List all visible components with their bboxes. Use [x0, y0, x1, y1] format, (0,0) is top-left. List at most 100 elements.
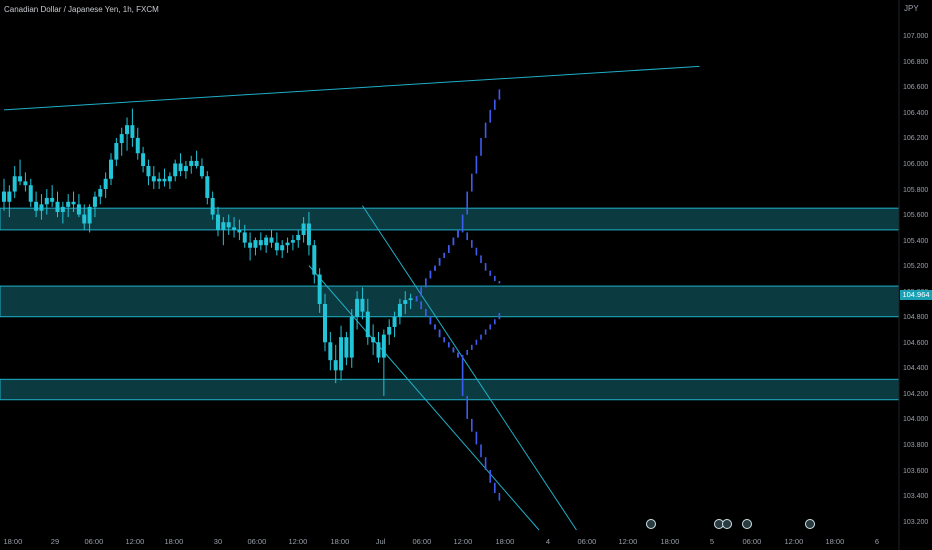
candle-body — [18, 176, 23, 182]
candle-body — [237, 229, 242, 233]
candle-body — [290, 240, 295, 243]
candle-body — [365, 311, 370, 338]
time-tick-label: Jul — [375, 537, 386, 546]
trendline[interactable] — [3, 65, 700, 111]
time-tick-label: 5 — [709, 537, 715, 546]
candle-body — [280, 245, 285, 251]
candle-body — [264, 237, 269, 246]
price-tick-label: 106.000 — [903, 161, 929, 169]
candle-body — [312, 245, 317, 275]
candle-body — [226, 222, 231, 228]
candle-body — [7, 191, 12, 202]
candle-body — [157, 178, 162, 182]
earnings-icon[interactable] — [742, 519, 752, 529]
candle-body — [23, 181, 28, 186]
candle-body — [397, 303, 402, 317]
price-chart[interactable] — [0, 0, 932, 550]
candle-body — [167, 176, 172, 182]
candle-body — [387, 326, 392, 335]
candle-body — [109, 159, 113, 179]
time-tick-label: 12:00 — [288, 537, 308, 546]
time-tick-label: 4 — [545, 537, 551, 546]
support-resistance-zone[interactable] — [0, 378, 900, 401]
time-tick-label: 12:00 — [125, 537, 145, 546]
price-tick-label: 107.000 — [903, 33, 929, 41]
time-tick-label: 18:00 — [3, 537, 23, 546]
candle-body — [403, 300, 408, 304]
candle-body — [125, 125, 130, 135]
candle-body — [130, 125, 135, 138]
earnings-icon[interactable] — [722, 519, 732, 529]
candle-body — [333, 360, 338, 371]
last-price-tag: 104.964 — [900, 290, 932, 300]
candle-body — [103, 178, 108, 190]
price-tick-label: 103.200 — [903, 518, 929, 526]
candle-body — [55, 201, 60, 212]
price-tick-label: 104.000 — [903, 416, 929, 424]
time-tick-label: 18:00 — [495, 537, 515, 546]
candle-body — [173, 163, 178, 177]
support-resistance-zone[interactable] — [0, 207, 900, 231]
time-tick-label: 06:00 — [247, 537, 267, 546]
time-tick-label: 18:00 — [825, 537, 845, 546]
candle-body — [183, 166, 188, 172]
price-tick-label: 103.600 — [903, 467, 929, 475]
candle-body — [39, 204, 44, 211]
candle-body — [339, 337, 344, 371]
price-tick-label: 106.200 — [903, 135, 929, 143]
earnings-icon[interactable] — [805, 519, 815, 529]
time-tick-label: 18:00 — [330, 537, 350, 546]
time-tick-label: 12:00 — [453, 537, 473, 546]
candle-body — [141, 153, 146, 167]
chart-title: Canadian Dollar / Japanese Yen, 1h, FXCM — [4, 5, 159, 14]
time-tick-label: 06:00 — [412, 537, 432, 546]
price-tick-label: 105.800 — [903, 186, 929, 194]
candle-body — [242, 232, 247, 243]
time-tick-label: 6 — [874, 537, 880, 546]
support-resistance-zone[interactable] — [0, 285, 900, 318]
earnings-icon[interactable] — [646, 519, 656, 529]
price-tick-label: 106.400 — [903, 109, 929, 117]
candle-body — [376, 342, 381, 358]
candle-body — [66, 201, 71, 207]
candles-layer — [2, 108, 413, 396]
candle-body — [360, 298, 365, 312]
candle-body — [285, 242, 290, 246]
candle-body — [253, 240, 258, 248]
candle-body — [205, 176, 210, 198]
time-tick-label: 12:00 — [784, 537, 804, 546]
candle-body — [76, 204, 81, 215]
candle-body — [28, 185, 33, 202]
candle-body — [328, 342, 333, 361]
candle-body — [274, 242, 279, 251]
candle-body — [296, 234, 301, 241]
price-tick-label: 104.200 — [903, 390, 929, 398]
candle-body — [71, 201, 76, 205]
price-tick-label: 105.200 — [903, 263, 929, 271]
time-tick-label: 06:00 — [577, 537, 597, 546]
time-tick-label: 12:00 — [618, 537, 638, 546]
candle-body — [306, 223, 311, 246]
candle-body — [248, 242, 253, 248]
candle-body — [119, 134, 124, 144]
price-tick-label: 105.400 — [903, 237, 929, 245]
candle-body — [92, 196, 97, 207]
price-tick-label: 103.400 — [903, 493, 929, 501]
candle-body — [146, 166, 151, 177]
candle-body — [371, 337, 376, 343]
candle-body — [199, 166, 204, 177]
candle-body — [392, 316, 397, 327]
time-tick-label: 06:00 — [742, 537, 762, 546]
candle-body — [178, 163, 183, 172]
candle-body — [50, 197, 55, 202]
candle-body — [355, 298, 360, 317]
candle-body — [210, 197, 215, 215]
candle-body — [2, 191, 6, 202]
candle-body — [344, 337, 349, 358]
currency-label: JPY — [904, 4, 919, 13]
price-tick-label: 106.800 — [903, 58, 929, 66]
time-tick-label: 29 — [50, 537, 60, 546]
candle-body — [162, 178, 167, 182]
time-tick-label: 18:00 — [660, 537, 680, 546]
trendline[interactable] — [362, 205, 577, 531]
